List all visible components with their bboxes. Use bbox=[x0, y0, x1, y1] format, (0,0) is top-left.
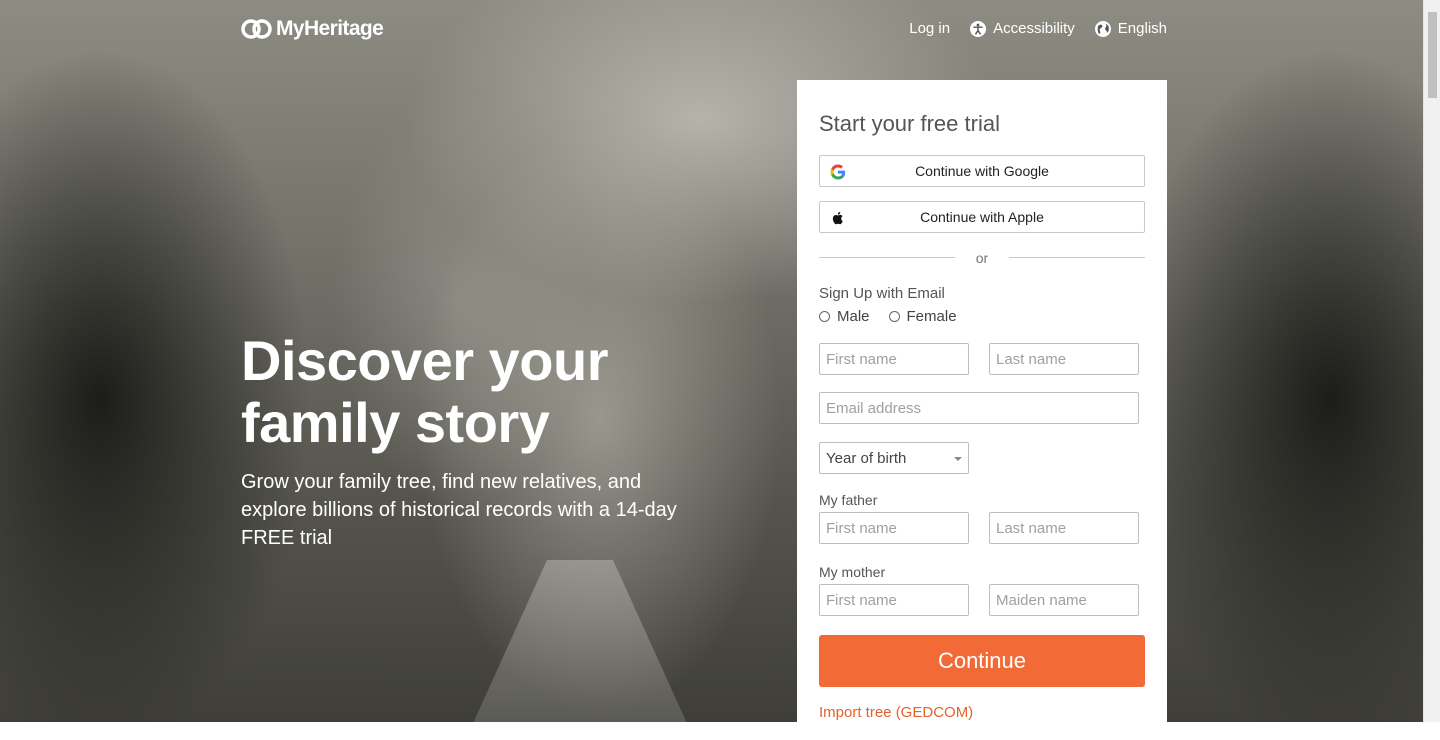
year-of-birth-select[interactable]: Year of birth bbox=[819, 442, 969, 474]
gender-option-female[interactable]: Female bbox=[888, 308, 957, 325]
mother-first-name-field[interactable] bbox=[819, 584, 969, 616]
scrollbar-thumb[interactable] bbox=[1428, 12, 1437, 98]
accessibility-link[interactable]: Accessibility bbox=[970, 20, 1075, 37]
google-icon bbox=[830, 164, 846, 180]
male-radio[interactable] bbox=[819, 311, 830, 322]
accessibility-label: Accessibility bbox=[993, 20, 1075, 37]
garden-path bbox=[470, 560, 690, 722]
headline-line-2: family story bbox=[241, 391, 550, 454]
father-last-name-field[interactable] bbox=[989, 512, 1139, 544]
female-label: Female bbox=[906, 308, 957, 325]
year-of-birth-value: Year of birth bbox=[826, 450, 907, 467]
divider-line-right bbox=[1009, 257, 1145, 258]
last-name-field[interactable] bbox=[989, 343, 1139, 375]
google-button-label: Continue with Google bbox=[915, 163, 1049, 179]
gender-option-male[interactable]: Male bbox=[819, 308, 870, 325]
top-navigation: Log in Accessibility English bbox=[909, 20, 1167, 37]
apple-button-label: Continue with Apple bbox=[920, 209, 1044, 225]
mother-label: My mother bbox=[819, 564, 886, 580]
brand-name: MyHeritage bbox=[276, 17, 384, 40]
login-link[interactable]: Log in bbox=[909, 20, 950, 37]
or-divider: or bbox=[819, 250, 1145, 266]
first-name-field[interactable] bbox=[819, 343, 969, 375]
continue-with-apple-button[interactable]: Continue with Apple bbox=[819, 201, 1145, 233]
myheritage-logo-icon bbox=[241, 19, 272, 39]
hero-headline: Discover your family story bbox=[241, 330, 761, 454]
email-signup-label: Sign Up with Email bbox=[819, 285, 945, 302]
signup-title: Start your free trial bbox=[819, 111, 1000, 136]
language-label: English bbox=[1117, 20, 1167, 37]
page-scrollbar[interactable] bbox=[1423, 0, 1440, 722]
female-radio[interactable] bbox=[888, 311, 900, 322]
continue-with-google-button[interactable]: Continue with Google bbox=[819, 155, 1145, 187]
apple-icon bbox=[832, 211, 843, 225]
signup-panel: Start your free trial Continue with Goog… bbox=[797, 80, 1167, 740]
accessibility-icon bbox=[970, 20, 987, 37]
chevron-down-icon bbox=[954, 457, 962, 461]
globe-icon bbox=[1094, 20, 1111, 37]
email-field[interactable] bbox=[819, 392, 1139, 424]
continue-label: Continue bbox=[937, 648, 1027, 673]
myheritage-logo[interactable]: MyHeritage bbox=[241, 16, 384, 42]
headline-line-1: Discover your bbox=[241, 329, 609, 392]
continue-button[interactable]: Continue bbox=[819, 635, 1145, 687]
hero-subtitle: Grow your family tree, find new relative… bbox=[241, 471, 677, 549]
male-label: Male bbox=[837, 308, 870, 325]
mother-maiden-name-field[interactable] bbox=[989, 584, 1139, 616]
import-gedcom-link[interactable]: Import tree (GEDCOM) bbox=[819, 704, 973, 721]
father-label: My father bbox=[819, 492, 878, 508]
or-label: or bbox=[975, 250, 989, 266]
father-first-name-field[interactable] bbox=[819, 512, 969, 544]
language-selector[interactable]: English bbox=[1094, 20, 1167, 37]
login-label: Log in bbox=[909, 20, 951, 37]
gender-radio-group: Male Female bbox=[819, 308, 976, 325]
